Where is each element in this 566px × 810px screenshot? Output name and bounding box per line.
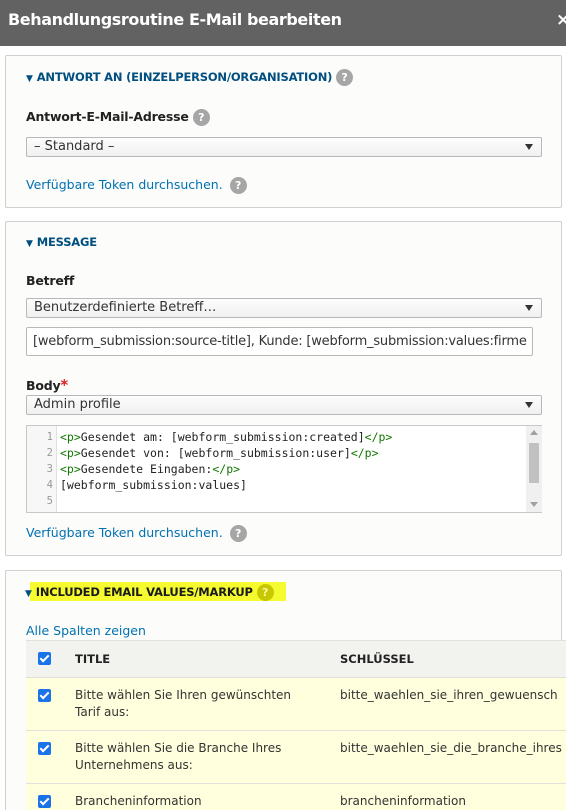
column-header-title[interactable]: TITLE xyxy=(75,651,110,668)
included-values-section-toggle[interactable]: ▼ INCLUDED EMAIL VALUES/MARKUP ? xyxy=(25,584,274,601)
code-tag-open: <p> xyxy=(60,430,81,444)
required-marker: * xyxy=(60,376,69,394)
body-label-text: Body xyxy=(26,378,61,393)
code-line: [webform_submission:values] xyxy=(60,478,247,492)
row-checkbox[interactable] xyxy=(38,742,51,755)
row-key: bitte_waehlen_sie_ihren_gewuensch xyxy=(340,688,558,702)
help-icon[interactable]: ? xyxy=(229,177,247,194)
body-format-select-value: Admin profile xyxy=(34,397,121,412)
collapse-triangle-icon: ▼ xyxy=(26,74,33,84)
token-browse-link-text[interactable]: Verfügbare Token durchsuchen. xyxy=(26,525,223,540)
line-number: 1 xyxy=(46,431,53,443)
body-code-editor[interactable]: 1 2 3 4 5 <p>Gesendet am: [webform_submi… xyxy=(26,425,542,513)
row-key: bitte_waehlen_sie_die_branche_ihres xyxy=(340,741,562,755)
scroll-down-icon[interactable] xyxy=(530,502,538,507)
body-label: Body* xyxy=(26,376,68,394)
message-heading: MESSAGE xyxy=(36,235,97,249)
included-values-heading: INCLUDED EMAIL VALUES/MARKUP xyxy=(35,585,253,599)
code-tag-close: </p> xyxy=(212,462,241,476)
line-number: 5 xyxy=(46,495,53,507)
reply-email-label: Antwort-E-Mail-Adresse ? xyxy=(26,109,210,126)
code-line: <p>Gesendet am: [webform_submission:crea… xyxy=(60,430,392,444)
row-key: brancheninformation xyxy=(340,794,466,808)
subject-select-value: Benutzerdefinierte Betreff… xyxy=(34,300,217,315)
token-browse-link-text[interactable]: Verfügbare Token durchsuchen. xyxy=(26,177,223,192)
help-icon[interactable]: ? xyxy=(192,109,210,126)
reply-email-label-text: Antwort-E-Mail-Adresse xyxy=(26,109,189,124)
line-number: 4 xyxy=(46,479,53,491)
code-tag-open: <p> xyxy=(60,446,81,460)
subject-input[interactable]: [webform_submission:source-title], Kunde… xyxy=(26,327,533,356)
help-icon[interactable]: ? xyxy=(256,584,274,601)
reply-to-section-toggle[interactable]: ▼ ANTWORT AN (EINZELPERSON/ORGANISATION) … xyxy=(26,69,353,86)
code-tag-open: <p> xyxy=(60,462,81,476)
table-row[interactable]: Brancheninformation brancheninformation xyxy=(26,783,566,810)
row-checkbox[interactable] xyxy=(38,689,51,702)
row-title: Bitte wählen Sie die Branche Ihres Unter… xyxy=(75,741,282,772)
chevron-down-icon xyxy=(525,144,533,150)
row-checkbox[interactable] xyxy=(38,795,51,808)
select-all-checkbox[interactable] xyxy=(38,652,51,665)
subject-select[interactable]: Benutzerdefinierte Betreff… xyxy=(26,298,542,318)
reply-email-select[interactable]: – Standard – xyxy=(26,137,542,157)
line-number: 3 xyxy=(46,463,53,475)
code-tag-close: </p> xyxy=(364,430,393,444)
scrollbar-thumb[interactable] xyxy=(529,443,539,483)
subject-label: Betreff xyxy=(26,273,75,288)
help-icon[interactable]: ? xyxy=(336,69,353,86)
chevron-down-icon xyxy=(525,305,533,311)
code-text: Gesendet von: [webform_submission:user] xyxy=(80,446,351,460)
message-section-toggle[interactable]: ▼ MESSAGE xyxy=(26,235,97,249)
chevron-down-icon xyxy=(525,402,533,408)
code-line: <p>Gesendet von: [webform_submission:use… xyxy=(60,446,379,460)
dialog-titlebar: Behandlungsroutine E-Mail bearbeiten × xyxy=(0,0,566,46)
dialog-title: Behandlungsroutine E-Mail bearbeiten xyxy=(8,10,342,29)
collapse-triangle-icon: ▼ xyxy=(26,239,33,249)
body-format-select[interactable]: Admin profile xyxy=(26,395,542,415)
table-row[interactable]: Bitte wählen Sie die Branche Ihres Unter… xyxy=(26,730,566,783)
row-title: Bitte wählen Sie Ihren gewünschten Tarif… xyxy=(75,688,292,719)
close-icon[interactable]: × xyxy=(556,10,566,30)
editor-scrollbar[interactable] xyxy=(526,426,542,512)
token-browse-link[interactable]: Verfügbare Token durchsuchen. ? xyxy=(26,525,247,542)
code-text: Gesendet am: [webform_submission:created… xyxy=(80,430,365,444)
scroll-up-icon[interactable] xyxy=(530,430,538,435)
row-title: Brancheninformation xyxy=(75,794,202,808)
values-table: TITLE SCHLÜSSEL Bitte wählen Sie Ihren g… xyxy=(26,640,566,810)
table-row[interactable]: Bitte wählen Sie Ihren gewünschten Tarif… xyxy=(26,677,566,730)
collapse-triangle-icon: ▼ xyxy=(25,589,32,599)
code-tag-close: </p> xyxy=(350,446,379,460)
table-header-row: TITLE SCHLÜSSEL xyxy=(26,640,566,677)
code-text: Gesendete Eingaben: xyxy=(80,462,213,476)
line-number: 2 xyxy=(46,447,53,459)
column-header-key[interactable]: SCHLÜSSEL xyxy=(340,651,414,668)
show-all-columns-link[interactable]: Alle Spalten zeigen xyxy=(26,623,146,638)
reply-to-heading: ANTWORT AN (EINZELPERSON/ORGANISATION) xyxy=(36,70,333,84)
reply-email-select-value: – Standard – xyxy=(34,139,115,154)
code-line: <p>Gesendete Eingaben:</p> xyxy=(60,462,240,476)
code-text: [webform_submission:values] xyxy=(60,478,247,492)
help-icon[interactable]: ? xyxy=(229,525,247,542)
token-browse-link[interactable]: Verfügbare Token durchsuchen. ? xyxy=(26,177,247,194)
